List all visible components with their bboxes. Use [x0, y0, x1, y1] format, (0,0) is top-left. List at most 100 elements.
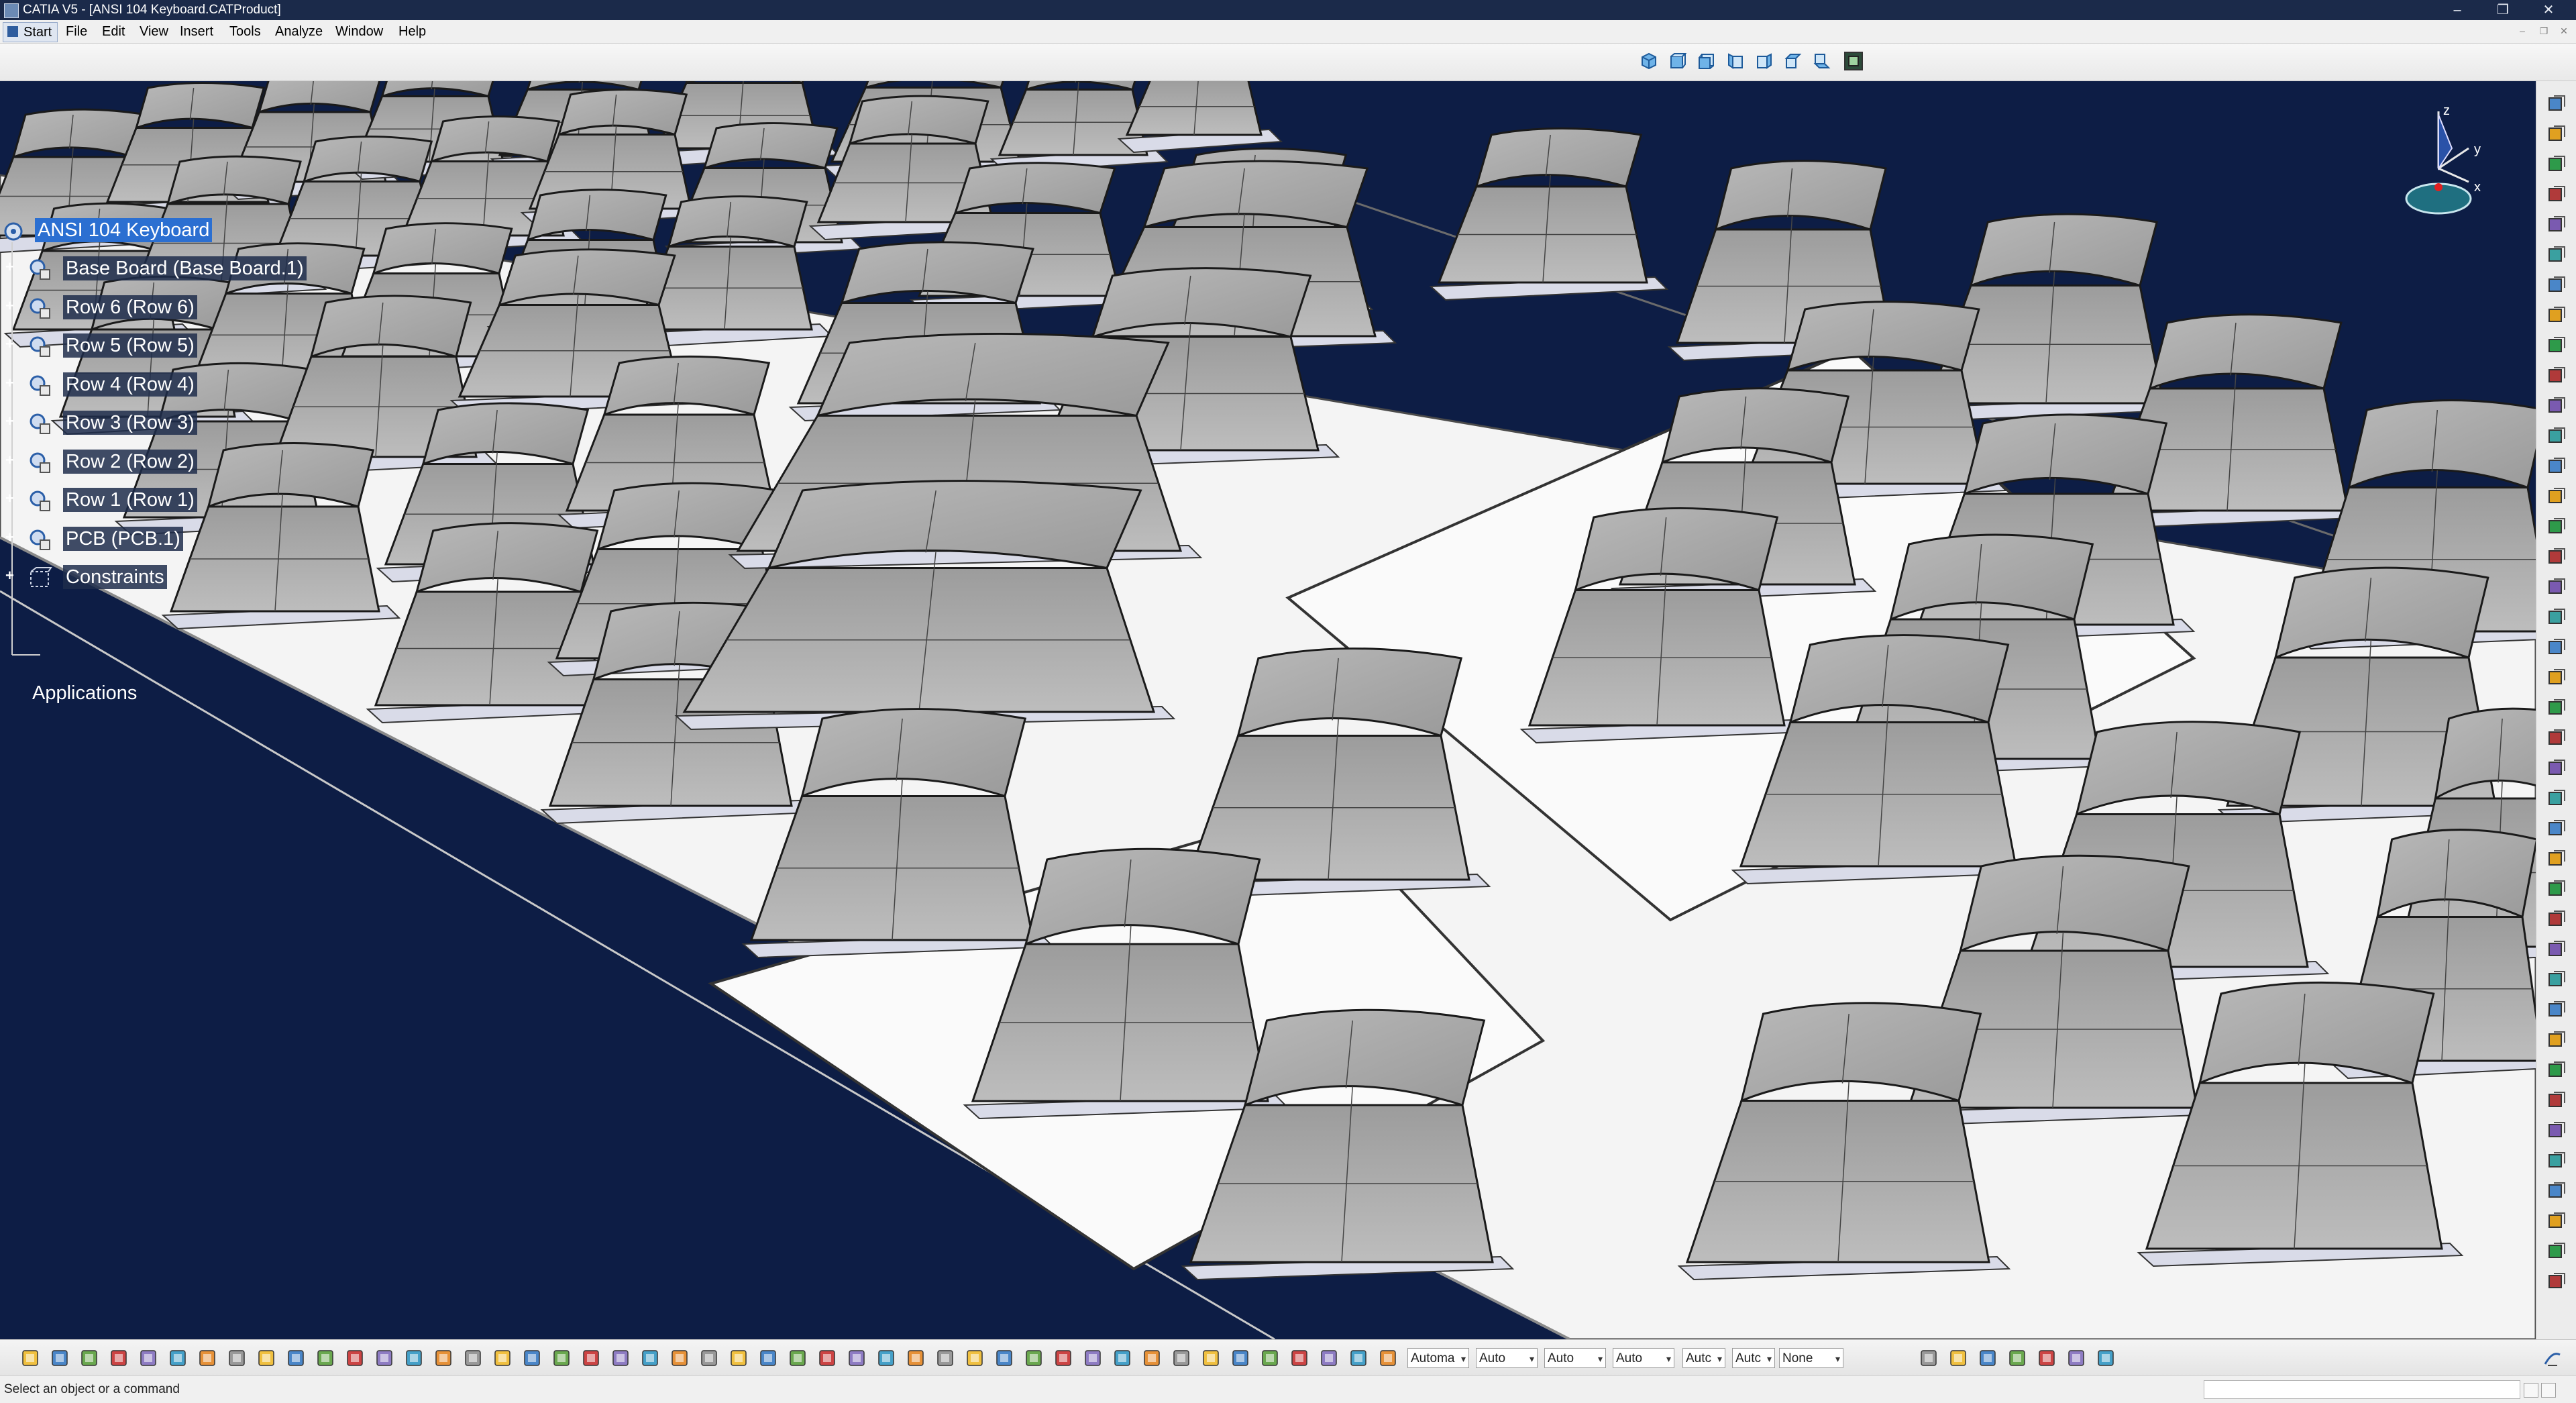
toolbar-command-icon[interactable]	[788, 1348, 808, 1368]
toolbar-command-icon[interactable]	[2096, 1348, 2116, 1368]
doc-restore-button[interactable]: ❐	[2538, 25, 2549, 36]
toolbar-command-icon[interactable]	[1948, 1348, 1968, 1368]
menu-analyze[interactable]: Analyze	[272, 22, 325, 41]
toolbar-command-icon[interactable]	[2546, 1210, 2567, 1232]
toolbar-command-icon[interactable]	[2546, 546, 2567, 568]
expand-plus-icon[interactable]: +	[5, 452, 15, 467]
maximize-button[interactable]: ❐	[2487, 0, 2518, 20]
tree-node-constraints[interactable]: + Constraints	[0, 562, 309, 593]
toolbar-command-icon[interactable]	[1024, 1348, 1044, 1368]
toolbar-command-icon[interactable]	[2546, 969, 2567, 990]
toolbar-command-icon[interactable]	[2546, 878, 2567, 900]
toolbar-command-icon[interactable]	[906, 1348, 926, 1368]
toolbar-command-icon[interactable]	[315, 1348, 335, 1368]
toolbar-command-icon[interactable]	[1919, 1348, 1939, 1368]
toolbar-command-icon[interactable]	[463, 1348, 483, 1368]
transparency-select[interactable]: Autc ▾	[1732, 1348, 1775, 1368]
toolbar-command-icon[interactable]	[2546, 184, 2567, 205]
close-button[interactable]: ✕	[2533, 0, 2564, 20]
tree-node-row-5[interactable]: + Row 5 (Row 5)	[0, 331, 309, 362]
toolbar-command-icon[interactable]	[2546, 576, 2567, 598]
toolbar-command-icon[interactable]	[2546, 667, 2567, 688]
color-select[interactable]: Auto ▾	[1613, 1348, 1674, 1368]
toolbar-command-icon[interactable]	[2066, 1348, 2086, 1368]
toolbar-command-icon[interactable]	[2546, 274, 2567, 296]
menu-window[interactable]: Window	[333, 22, 386, 41]
toolbar-command-icon[interactable]	[2546, 154, 2567, 175]
toolbar-command-icon[interactable]	[1260, 1348, 1280, 1368]
toolbar-command-icon[interactable]	[2546, 456, 2567, 477]
keycap[interactable]	[1429, 127, 1669, 301]
expand-plus-icon[interactable]: +	[5, 529, 15, 544]
toolbar-command-icon[interactable]	[1230, 1348, 1250, 1368]
toolbar-command-icon[interactable]	[729, 1348, 749, 1368]
layer-select[interactable]: Auto ▾	[1544, 1348, 1606, 1368]
menu-help[interactable]: Help	[396, 22, 429, 41]
material-select[interactable]: None ▾	[1779, 1348, 1843, 1368]
tree-node-row-1[interactable]: + Row 1 (Row 1)	[0, 485, 309, 516]
expand-plus-icon[interactable]: +	[5, 260, 15, 274]
toolbar-command-icon[interactable]	[286, 1348, 306, 1368]
toolbar-command-icon[interactable]	[2546, 516, 2567, 537]
toolbar-command-icon[interactable]	[669, 1348, 690, 1368]
left-view-icon[interactable]	[1725, 50, 1746, 72]
toolbar-command-icon[interactable]	[2546, 908, 2567, 930]
toolbar-command-icon[interactable]	[256, 1348, 276, 1368]
toolbar-command-icon[interactable]	[2546, 1029, 2567, 1051]
expand-plus-icon[interactable]: +	[5, 298, 15, 313]
toolbar-command-icon[interactable]	[876, 1348, 896, 1368]
toolbar-command-icon[interactable]	[522, 1348, 542, 1368]
toolbar-command-icon[interactable]	[2546, 788, 2567, 809]
menu-edit[interactable]: Edit	[99, 22, 127, 41]
toolbar-command-icon[interactable]	[2546, 214, 2567, 236]
toolbar-command-icon[interactable]	[1201, 1348, 1221, 1368]
toolbar-command-icon[interactable]	[20, 1348, 40, 1368]
toolbar-command-icon[interactable]	[2546, 758, 2567, 779]
toolbar-command-icon[interactable]	[404, 1348, 424, 1368]
line-thickness-select[interactable]: Automa ▾	[1407, 1348, 1469, 1368]
toolbar-command-icon[interactable]	[2546, 1180, 2567, 1202]
toolbar-command-icon[interactable]	[374, 1348, 394, 1368]
toolbar-command-icon[interactable]	[2546, 1120, 2567, 1141]
toolbar-command-icon[interactable]	[1348, 1348, 1368, 1368]
doc-close-button[interactable]: ✕	[2559, 25, 2569, 36]
toolbar-command-icon[interactable]	[50, 1348, 70, 1368]
expand-plus-icon[interactable]: +	[5, 414, 15, 429]
keyboard-model[interactable]	[0, 81, 2536, 1339]
front-view-icon[interactable]	[1667, 50, 1688, 72]
toolbar-command-icon[interactable]	[817, 1348, 837, 1368]
tree-node-row-3[interactable]: + Row 3 (Row 3)	[0, 408, 309, 439]
toolbar-command-icon[interactable]	[2546, 425, 2567, 447]
status-button-2[interactable]	[2541, 1383, 2556, 1398]
compass-widget[interactable]: z y x	[2388, 101, 2489, 229]
status-button-1[interactable]	[2524, 1383, 2538, 1398]
menu-tools[interactable]: Tools	[227, 22, 264, 41]
toolbar-command-icon[interactable]	[1083, 1348, 1103, 1368]
toolbar-command-icon[interactable]	[2546, 1090, 2567, 1111]
toolbar-command-icon[interactable]	[758, 1348, 778, 1368]
toolbar-command-icon[interactable]	[2546, 939, 2567, 960]
toolbar-command-icon[interactable]	[2546, 365, 2567, 386]
toolbar-command-icon[interactable]	[2546, 123, 2567, 145]
toolbar-command-icon[interactable]	[2546, 607, 2567, 628]
iso-view-icon[interactable]	[1638, 50, 1660, 72]
toolbar-command-icon[interactable]	[1319, 1348, 1339, 1368]
toolbar-command-icon[interactable]	[699, 1348, 719, 1368]
menu-file[interactable]: File	[63, 22, 90, 41]
bottom-view-icon[interactable]	[1811, 50, 1833, 72]
toolbar-command-icon[interactable]	[2546, 1150, 2567, 1172]
toolbar-command-icon[interactable]	[2546, 1271, 2567, 1292]
3d-viewport[interactable]: z y x ANSI 104 Keyboard + Base Board (Bas…	[0, 81, 2536, 1339]
tree-node-row-4[interactable]: + Row 4 (Row 4)	[0, 370, 309, 401]
minimize-button[interactable]: –	[2442, 0, 2473, 20]
expand-plus-icon[interactable]: +	[5, 568, 15, 583]
toolbar-command-icon[interactable]	[2546, 244, 2567, 266]
toolbar-command-icon[interactable]	[79, 1348, 99, 1368]
toolbar-command-icon[interactable]	[2007, 1348, 2027, 1368]
menu-start[interactable]: Start	[3, 22, 58, 42]
command-input[interactable]	[2204, 1380, 2520, 1399]
toolbar-command-icon[interactable]	[2546, 999, 2567, 1021]
tree-node-row-6[interactable]: + Row 6 (Row 6)	[0, 293, 309, 323]
toolbar-command-icon[interactable]	[2546, 848, 2567, 870]
doc-minimize-button[interactable]: –	[2517, 25, 2528, 36]
